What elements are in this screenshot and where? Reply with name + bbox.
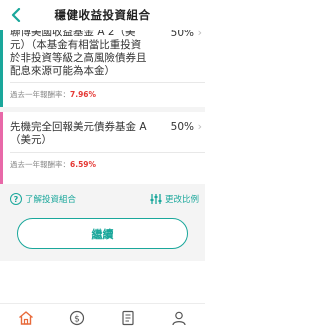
fund-return: 過去一年報酬率：7.96% bbox=[10, 89, 96, 100]
divider bbox=[10, 82, 205, 83]
fund-name-line: 聯博美國收益基金 A 2（美 bbox=[10, 30, 136, 38]
fund-name-line: （美元） bbox=[10, 134, 52, 146]
continue-button[interactable]: 繼續 bbox=[17, 218, 188, 249]
fund-name: 先機完全回報美元債券基金 A （美元） bbox=[10, 121, 170, 147]
bottom-tab-bar: $ bbox=[0, 303, 205, 332]
tab-documents[interactable] bbox=[113, 306, 143, 330]
fund-list: 聯博美國收益基金 A 2（美 元）（本基金有相當比重投資 於非投資等級之高風險債… bbox=[0, 30, 205, 261]
change-ratio-link[interactable]: 更改比例 bbox=[150, 193, 199, 205]
return-label: 過去一年報酬率： bbox=[10, 90, 70, 99]
document-icon bbox=[122, 310, 134, 326]
chevron-right-icon[interactable]: › bbox=[198, 30, 202, 39]
learn-portfolio-label: 了解投資組合 bbox=[25, 195, 77, 205]
sliders-icon bbox=[150, 194, 162, 204]
change-ratio-label: 更改比例 bbox=[164, 195, 199, 205]
back-chevron-icon[interactable] bbox=[9, 7, 23, 23]
tab-home[interactable] bbox=[11, 306, 41, 330]
fund-card[interactable]: 聯博美國收益基金 A 2（美 元）（本基金有相當比重投資 於非投資等級之高風險債… bbox=[0, 30, 205, 107]
top-header: 穩健收益投資組合 bbox=[0, 0, 205, 30]
return-label: 過去一年報酬率： bbox=[10, 160, 70, 169]
fund-name-line: 先機完全回報美元債券基金 A bbox=[10, 121, 147, 133]
action-links: ? 了解投資組合 更改比例 bbox=[0, 190, 205, 212]
question-icon: ? bbox=[10, 193, 22, 205]
user-icon bbox=[172, 311, 186, 326]
tab-account[interactable] bbox=[164, 306, 194, 330]
fund-percent: 50% bbox=[170, 30, 194, 39]
page-title: 穩健收益投資組合 bbox=[54, 8, 151, 22]
tab-funds[interactable]: $ bbox=[62, 306, 92, 330]
svg-text:$: $ bbox=[74, 315, 80, 325]
fund-name-line: 配息來源可能為本金） bbox=[10, 65, 115, 77]
fund-color-bar bbox=[0, 30, 3, 107]
fund-name-line: 於非投資等級之高風險債券且 bbox=[10, 52, 147, 64]
fund-color-bar bbox=[0, 112, 3, 184]
fund-percent: 50% bbox=[170, 121, 194, 133]
fund-card[interactable]: 先機完全回報美元債券基金 A （美元） 50% › 過去一年報酬率：6.59% bbox=[0, 112, 205, 184]
dollar-icon: $ bbox=[69, 310, 84, 326]
home-icon bbox=[18, 311, 33, 325]
chevron-right-icon[interactable]: › bbox=[198, 120, 202, 133]
return-value: 7.96% bbox=[70, 90, 97, 99]
fund-return: 過去一年報酬率：6.59% bbox=[10, 159, 96, 170]
divider bbox=[10, 152, 205, 153]
return-value: 6.59% bbox=[70, 160, 97, 169]
fund-name-line: 元）（本基金有相當比重投資 bbox=[10, 39, 142, 51]
learn-portfolio-link[interactable]: ? 了解投資組合 bbox=[10, 193, 76, 205]
fund-name: 聯博美國收益基金 A 2（美 元）（本基金有相當比重投資 於非投資等級之高風險債… bbox=[10, 30, 170, 78]
